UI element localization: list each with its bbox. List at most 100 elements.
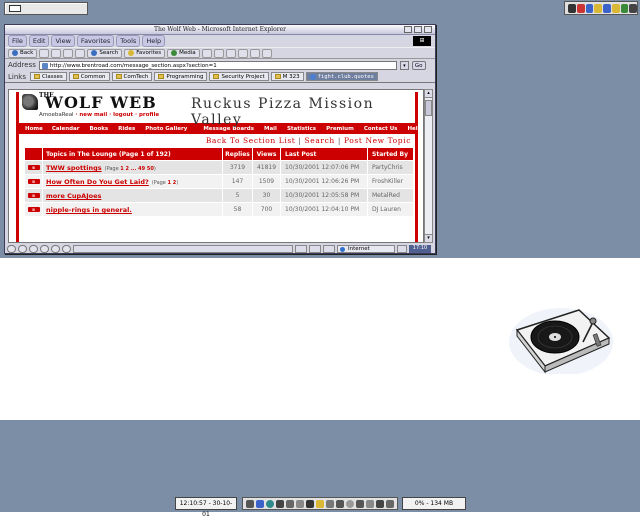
quicklaunch-icon[interactable] bbox=[246, 499, 254, 508]
status-button[interactable] bbox=[7, 245, 16, 253]
edit-button[interactable] bbox=[237, 48, 248, 58]
taskbar-clock[interactable]: 12:10:57 - 30-10-01 bbox=[175, 497, 237, 518]
table-row[interactable]: ≋ How Often Do You Get Laid? (Page 1 2) 1… bbox=[25, 175, 413, 189]
search-button[interactable]: Search bbox=[87, 48, 123, 58]
quicklaunch-icon[interactable] bbox=[256, 499, 264, 508]
status-button[interactable] bbox=[29, 245, 38, 253]
print-button[interactable] bbox=[225, 48, 236, 58]
ad-banner[interactable]: Ruckus Pizza Mission Valley bbox=[191, 96, 415, 128]
tray-icon[interactable] bbox=[603, 3, 611, 13]
link-programming[interactable]: Programming bbox=[154, 72, 208, 81]
nav-rides[interactable]: Rides bbox=[118, 126, 135, 132]
table-row[interactable]: ≋ TWW spottings (Page 1 2 ... 49 50) 3719… bbox=[25, 161, 413, 175]
tray-icon[interactable] bbox=[594, 3, 602, 13]
quicklaunch-icon[interactable] bbox=[376, 499, 384, 508]
link-common[interactable]: Common bbox=[68, 72, 110, 81]
history-button[interactable] bbox=[201, 48, 212, 58]
tray-icon[interactable] bbox=[568, 3, 576, 13]
tray-icon[interactable] bbox=[629, 3, 637, 13]
vertical-scrollbar[interactable]: ▴ ▾ bbox=[424, 89, 433, 243]
nav-books[interactable]: Books bbox=[89, 126, 108, 132]
quicklaunch-icon[interactable] bbox=[346, 499, 354, 508]
scroll-thumb[interactable] bbox=[425, 100, 432, 116]
quicklaunch-icon[interactable] bbox=[356, 499, 364, 508]
status-button[interactable] bbox=[40, 245, 49, 253]
quicklaunch-icon[interactable] bbox=[386, 499, 394, 508]
media-button[interactable]: Media bbox=[167, 48, 200, 58]
scroll-down-button[interactable]: ▾ bbox=[425, 234, 432, 242]
menu-favorites[interactable]: Favorites bbox=[76, 35, 115, 47]
back-to-section-list-link[interactable]: Back To Section List bbox=[206, 136, 296, 145]
nav-home[interactable]: Home bbox=[25, 126, 43, 132]
table-row[interactable]: ≋ more CupAJoes 5 30 10/30/2001 12:05:58… bbox=[25, 189, 413, 203]
started-by-cell[interactable]: FroshKiller bbox=[368, 175, 413, 188]
window-icon bbox=[9, 5, 21, 12]
tray-icon[interactable] bbox=[576, 3, 585, 13]
topic-link[interactable]: TWW spottings bbox=[46, 164, 102, 172]
status-button[interactable] bbox=[51, 245, 60, 253]
menu-tools[interactable]: Tools bbox=[116, 35, 141, 47]
tray-icon[interactable] bbox=[585, 3, 594, 13]
address-dropdown-button[interactable]: ▾ bbox=[399, 60, 409, 70]
tray-icon[interactable] bbox=[611, 3, 620, 13]
quicklaunch-icon[interactable] bbox=[296, 499, 304, 508]
menu-file[interactable]: File bbox=[8, 35, 27, 47]
quicklaunch-icon[interactable] bbox=[306, 499, 314, 508]
close-button[interactable] bbox=[424, 26, 432, 33]
forward-button[interactable] bbox=[39, 48, 50, 58]
quicklaunch-icon[interactable] bbox=[366, 499, 374, 508]
link-comtech[interactable]: ComTech bbox=[111, 72, 153, 81]
post-new-topic-link[interactable]: Post New Topic bbox=[344, 136, 411, 145]
site-logo[interactable]: THE WOLF WEB bbox=[37, 92, 157, 112]
page-links[interactable]: 1 2 bbox=[167, 180, 176, 186]
link-fight-club-quotes[interactable]: fight.club.quotes bbox=[305, 72, 378, 81]
home-button[interactable] bbox=[75, 48, 86, 58]
menu-view[interactable]: View bbox=[51, 35, 75, 47]
quicklaunch-icon[interactable] bbox=[276, 499, 284, 508]
quicklaunch-icon[interactable] bbox=[336, 499, 344, 508]
user-links[interactable]: · new mail · logout · profile bbox=[75, 112, 159, 118]
topic-link[interactable]: How Often Do You Get Laid? bbox=[46, 178, 149, 186]
started-by-cell[interactable]: MetalRed bbox=[368, 189, 413, 202]
menu-help[interactable]: Help bbox=[142, 35, 166, 47]
topic-link[interactable]: more CupAJoes bbox=[46, 192, 101, 200]
address-bar: Address http://www.brentroad.com/message… bbox=[5, 59, 435, 71]
maximize-button[interactable] bbox=[414, 26, 422, 33]
minimized-window-button[interactable] bbox=[4, 2, 88, 15]
quicklaunch-icon[interactable] bbox=[266, 499, 274, 508]
window-titlebar[interactable]: The Wolf Web - Microsoft Internet Explor… bbox=[5, 25, 435, 35]
discuss-button[interactable] bbox=[249, 48, 260, 58]
mail-button[interactable] bbox=[213, 48, 224, 58]
started-by-cell[interactable]: DJ Lauren bbox=[368, 203, 413, 216]
status-bar: Internet 17:10 bbox=[7, 244, 433, 254]
started-by-cell[interactable]: PartyChris bbox=[368, 161, 413, 174]
menu-edit[interactable]: Edit bbox=[28, 35, 50, 47]
topic-link[interactable]: nipple-rings in general. bbox=[46, 206, 132, 214]
stop-button[interactable] bbox=[51, 48, 62, 58]
status-segment bbox=[309, 245, 321, 253]
search-link[interactable]: Search bbox=[305, 136, 335, 145]
quicklaunch-icon[interactable] bbox=[316, 499, 324, 508]
quicklaunch-icon[interactable] bbox=[326, 499, 334, 508]
minimize-button[interactable] bbox=[404, 26, 412, 33]
quicklaunch-icon[interactable] bbox=[286, 499, 294, 508]
link-classes[interactable]: Classes bbox=[29, 72, 67, 81]
scroll-up-button[interactable]: ▴ bbox=[425, 90, 432, 98]
nav-calendar[interactable]: Calendar bbox=[52, 126, 80, 132]
page-links[interactable]: 1 2 ... 49 50 bbox=[120, 166, 154, 172]
nav-photo-gallery[interactable]: Photo Gallery bbox=[145, 126, 187, 132]
status-button[interactable] bbox=[18, 245, 27, 253]
go-button[interactable]: Go bbox=[411, 60, 426, 70]
back-button[interactable]: Back bbox=[8, 48, 38, 58]
tray-icon[interactable] bbox=[620, 3, 629, 13]
status-button[interactable] bbox=[62, 245, 71, 253]
link-security-project[interactable]: Security Project bbox=[209, 72, 269, 81]
favorites-button[interactable]: Favorites bbox=[124, 48, 166, 58]
refresh-button[interactable] bbox=[63, 48, 74, 58]
table-row[interactable]: ≋ nipple-rings in general. 58 700 10/30/… bbox=[25, 203, 413, 217]
turntable-desktop-icon[interactable] bbox=[509, 302, 613, 374]
address-input[interactable]: http://www.brentroad.com/message_section… bbox=[38, 60, 397, 70]
link-m-323[interactable]: M 323 bbox=[270, 72, 304, 81]
messenger-button[interactable] bbox=[261, 48, 272, 58]
username[interactable]: AmoebaReal bbox=[39, 112, 74, 118]
